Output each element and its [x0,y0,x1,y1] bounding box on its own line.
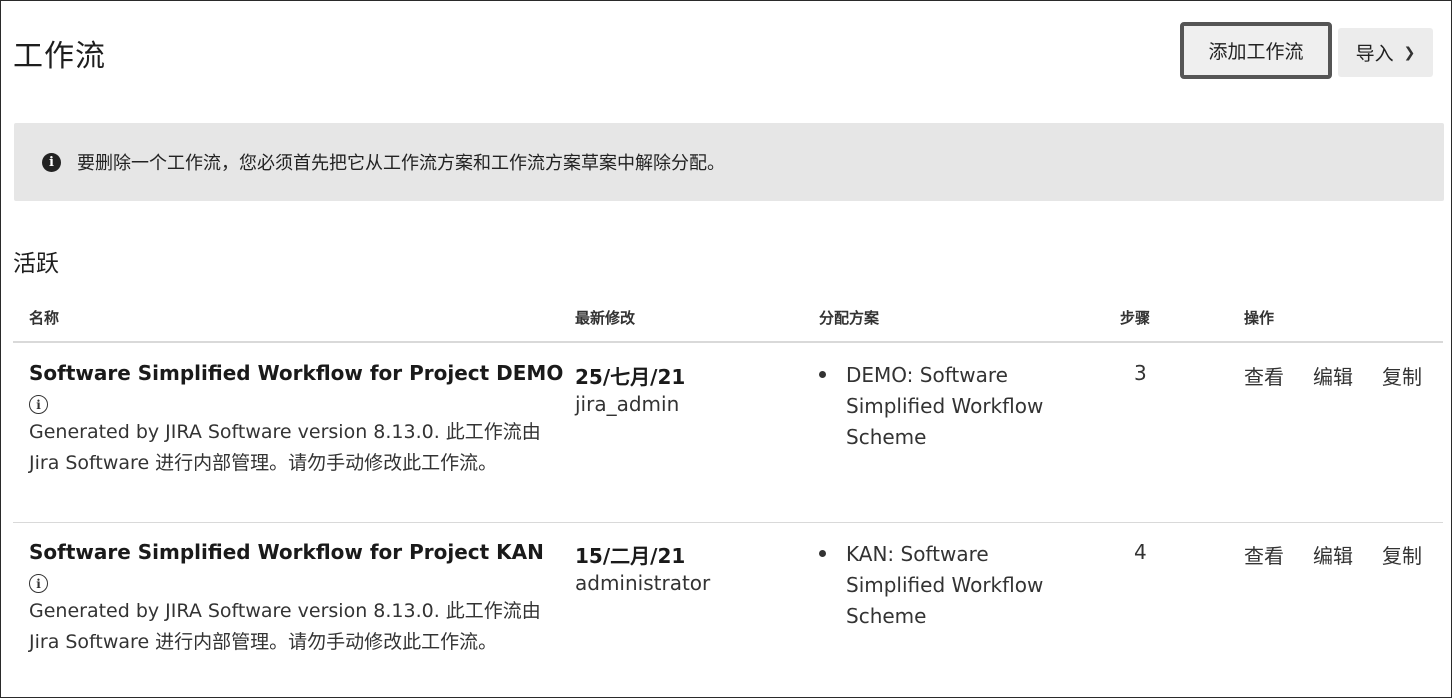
page-title: 工作流 [13,39,106,74]
column-header-schemes: 分配方案 [819,309,880,327]
last-modified-date: 25/七月/21 [575,365,686,389]
column-header-name: 名称 [29,309,60,327]
edit-link[interactable]: 编辑 [1313,540,1353,569]
workflows-page: 工作流 添加工作流 导入 ❯ i 要删除一个工作流，您必须首先把它从工作流方案和… [0,0,1452,698]
view-link[interactable]: 查看 [1244,540,1284,569]
step-count: 3 [1134,361,1147,385]
column-header-last-modified: 最新修改 [575,309,636,327]
assigned-scheme: DEMO: Software Simplified Workflow Schem… [846,363,1044,449]
import-button-label: 导入 [1355,43,1394,65]
step-count: 4 [1134,540,1147,564]
notice-text: 要删除一个工作流，您必须首先把它从工作流方案和工作流方案草案中解除分配。 [77,153,725,174]
import-dropdown-button[interactable]: 导入 ❯ [1338,28,1433,77]
add-workflow-button[interactable]: 添加工作流 [1180,22,1332,79]
workflow-description: Generated by JIRA Software version 8.13.… [29,600,541,653]
info-icon: i [42,152,61,172]
assigned-scheme: KAN: Software Simplified Workflow Scheme [846,542,1044,628]
bullet-icon [819,550,826,557]
chevron-down-icon: ❯ [1403,44,1416,61]
bullet-icon [819,371,826,378]
info-icon[interactable]: i [29,395,48,414]
workflow-description: Generated by JIRA Software version 8.13.… [29,421,541,474]
table-header-divider [13,341,1443,343]
edit-link[interactable]: 编辑 [1313,361,1353,390]
row-divider [13,522,1443,523]
last-modified-date: 15/二月/21 [575,544,686,568]
column-header-actions: 操作 [1244,309,1275,327]
workflow-name: Software Simplified Workflow for Project… [29,361,564,385]
info-icon[interactable]: i [29,574,48,593]
copy-link[interactable]: 复制 [1382,540,1422,569]
info-notice: i 要删除一个工作流，您必须首先把它从工作流方案和工作流方案草案中解除分配。 [14,123,1444,201]
last-modified-user: administrator [575,571,711,595]
last-modified-user: jira_admin [575,392,680,416]
workflow-name: Software Simplified Workflow for Project… [29,540,544,564]
copy-link[interactable]: 复制 [1382,361,1422,390]
column-header-steps: 步骤 [1120,309,1151,327]
view-link[interactable]: 查看 [1244,361,1284,390]
section-title-active: 活跃 [13,251,59,277]
